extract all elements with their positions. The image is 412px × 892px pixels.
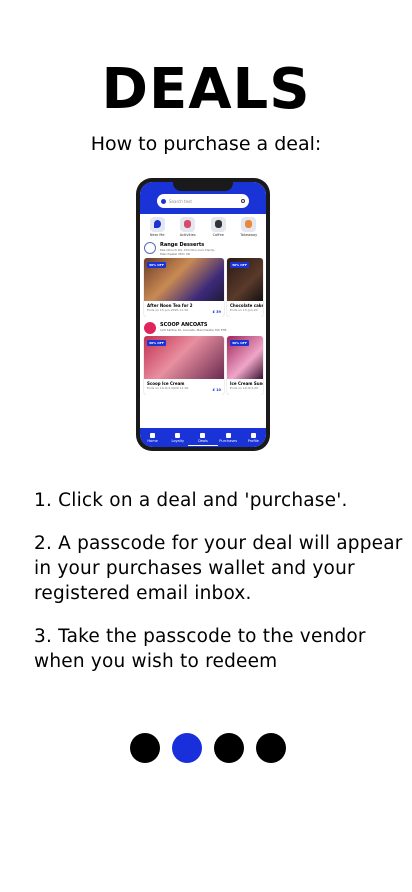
deal-price: £ 39 [212,310,221,314]
category-activities: Activities [176,217,200,237]
step-1: 1. Click on a deal and 'purchase'. [34,490,348,511]
search-placeholder: Search text [169,198,192,204]
activities-icon [180,217,196,232]
vendor-address: 60s Church Rd, Chorlton-cum-Hardy, Manch… [160,248,216,256]
pagination-dots [130,733,286,763]
category-near-me: Near Me [145,217,169,237]
page-dot-1[interactable] [130,733,160,763]
phone-tab-bar: Home Loyalty Deals Purchases Profile [140,428,266,447]
tab-label: Deals [198,439,208,443]
deal-expiry: Ends on 16-Oct-20 [230,386,258,390]
vendor-logo [144,322,156,334]
tab-profile: Profile [241,433,265,443]
tab-label: Profile [247,439,259,443]
category-row: Near Me Activities Coffee Takeaway [140,214,266,237]
home-indicator [188,444,218,446]
instruction-steps: 1. Click on a deal and 'purchase'. 2. A … [34,488,406,692]
takeaway-icon [241,217,257,232]
category-label: Coffee [212,233,224,237]
tab-label: Loyalty [171,439,185,443]
category-label: Activities [179,233,196,237]
deal-expiry: Ends on 15-Jun-2026 11:30 [147,308,188,312]
page-subtitle: How to purchase a deal: [90,133,322,155]
page-dot-4[interactable] [256,733,286,763]
step-2: 2. A passcode for your deal will appear … [34,533,403,604]
phone-screen: Search text Near Me Activities Coffee Ta… [140,182,266,447]
discount-badge: 30% OFF [147,340,166,346]
vendor-logo [144,242,156,254]
tab-home: Home [141,433,165,443]
category-label: Takeaway [240,233,258,237]
phone-header: Search text [140,182,266,214]
page-title: DEALS [101,57,311,122]
loyalty-icon [175,433,181,438]
phone-search-bar: Search text [157,194,249,208]
vendor-header: SCOOP ANCOATS 120 Sillitoe St, Ancoats, … [140,317,266,336]
deal-image: 30% OFF [227,336,263,379]
discount-badge: 30% OFF [230,262,249,268]
category-takeaway: Takeaway [237,217,261,237]
deals-icon [200,433,206,438]
home-icon [150,433,156,438]
tab-label: Purchases [219,439,238,443]
deal-card: 30% OFF After Noon Tea for 2 Ends on 15-… [144,258,224,317]
deal-expiry: Ends on 15-Jun-20 [230,308,258,312]
deal-expiry: Ends on 16-Oct-2026 11:30 [147,386,189,390]
deal-price: £ 10 [212,388,221,392]
vendor-header: Range Desserts 60s Church Rd, Chorlton-c… [140,237,266,258]
map-pin-icon [149,217,165,232]
category-coffee: Coffee [206,217,230,237]
discount-badge: 30% OFF [230,340,249,346]
location-pin-icon [161,198,166,204]
deal-carousel: 30% OFF Scoop Ice Cream Ends on 16-Oct-2… [140,336,266,395]
deal-carousel: 30% OFF After Noon Tea for 2 Ends on 15-… [140,258,266,317]
category-label: Near Me [149,233,165,237]
tab-loyalty: Loyalty [166,433,190,443]
deal-image: 30% OFF [227,258,263,301]
coffee-icon [210,217,226,232]
tab-purchases: Purchases [216,433,240,443]
discount-badge: 30% OFF [147,262,166,268]
tab-label: Home [147,439,158,443]
phone-mockup: Search text Near Me Activities Coffee Ta… [136,178,270,451]
profile-icon [250,433,256,438]
page-dot-2[interactable] [172,733,202,763]
deal-image: 30% OFF [144,336,224,379]
purchases-icon [225,433,231,438]
tab-deals: Deals [191,433,215,443]
deal-image: 30% OFF [144,258,224,301]
step-3: 3. Take the passcode to the vendor when … [34,626,366,672]
deal-card: 30% OFF Chocolate cake Ends on 15-Jun-20 [227,258,263,317]
search-icon [241,199,245,203]
phone-notch [173,182,233,191]
page-dot-3[interactable] [214,733,244,763]
deal-card: 30% OFF Scoop Ice Cream Ends on 16-Oct-2… [144,336,224,395]
vendor-address: 120 Sillitoe St, Ancoats, Manchester M4 … [160,328,227,332]
deal-card: 30% OFF Ice Cream Sunday Ends on 16-Oct-… [227,336,263,395]
